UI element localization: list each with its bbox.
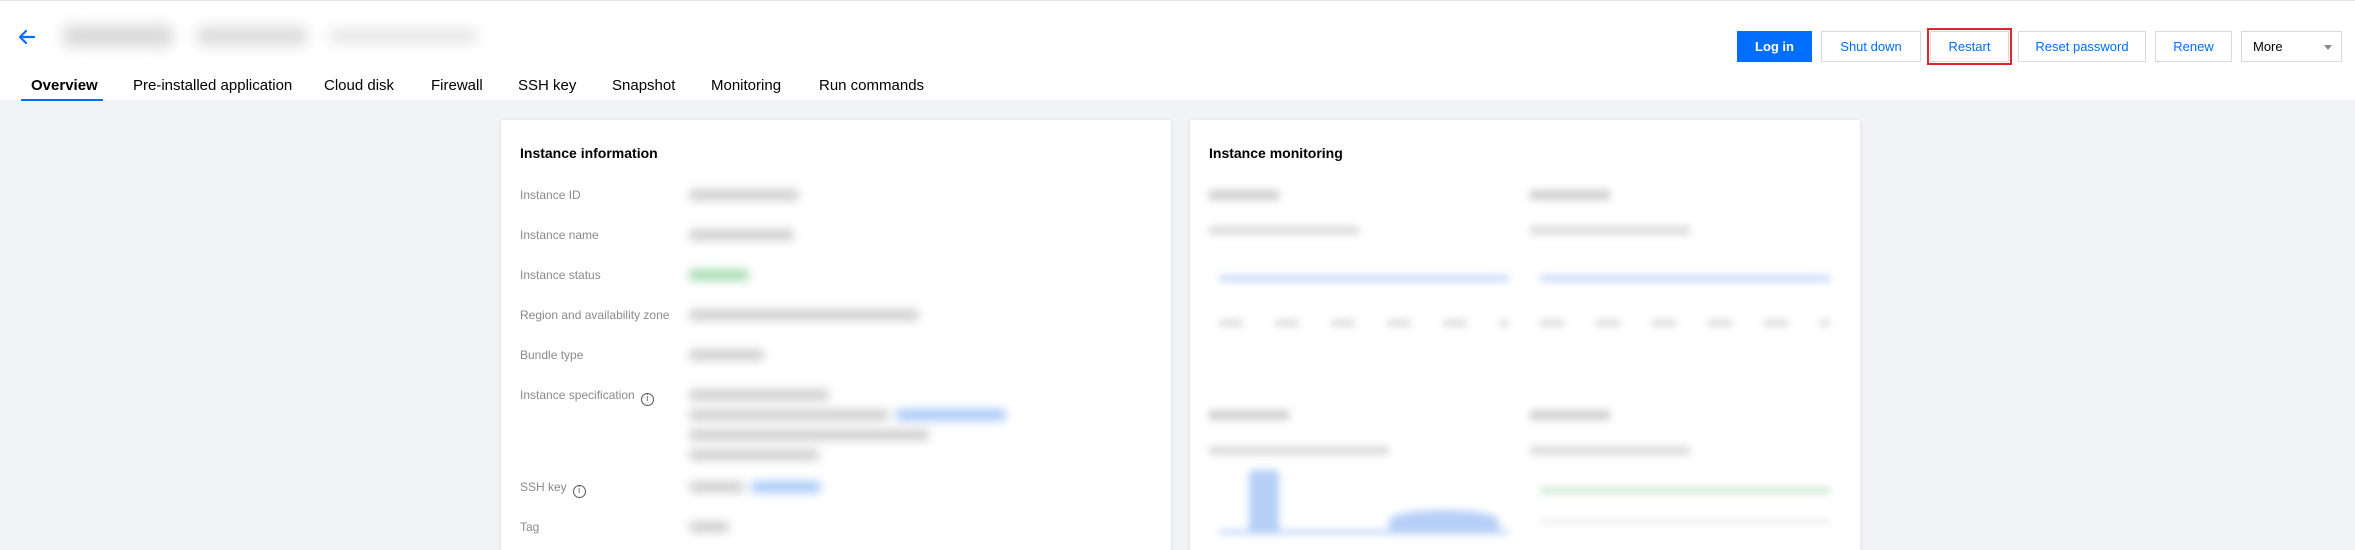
instance-status-label: Instance status	[520, 268, 601, 282]
ssh-key-link[interactable]	[751, 482, 821, 492]
tab-snapshot[interactable]: Snapshot	[612, 77, 675, 94]
instance-name-value	[689, 230, 794, 240]
instance-spec-value-line3	[689, 430, 929, 440]
instance-monitoring-card: Instance monitoring	[1190, 120, 1860, 550]
ssh-key-label: SSH key i	[520, 480, 586, 498]
instance-info-card: Instance information Instance ID Instanc…	[501, 120, 1171, 550]
instance-info-title: Instance information	[520, 145, 658, 161]
bundle-type-value	[689, 350, 764, 360]
active-tab-indicator	[21, 99, 103, 101]
reset-password-button[interactable]: Reset password	[2018, 31, 2146, 62]
monitoring-panel-cpu	[1209, 190, 1509, 350]
instance-id-label: Instance ID	[520, 188, 581, 202]
region-zone-label: Region and availability zone	[520, 308, 670, 322]
instance-spec-value-line2	[689, 410, 889, 420]
more-dropdown-label: More	[2253, 39, 2283, 54]
renew-button[interactable]: Renew	[2155, 31, 2232, 62]
monitoring-panel-network-out	[1209, 410, 1509, 550]
instance-spec-label: Instance specification i	[520, 388, 654, 406]
info-icon[interactable]: i	[640, 393, 654, 406]
tab-ssh-key[interactable]: SSH key	[518, 77, 576, 94]
instance-status-value	[689, 270, 749, 280]
tab-cloud-disk[interactable]: Cloud disk	[324, 77, 394, 94]
instance-subtitle-redacted	[196, 27, 308, 45]
instance-tag-redacted	[328, 29, 478, 43]
instance-spec-value-line1	[689, 390, 829, 400]
ssh-key-value	[689, 482, 744, 492]
monitoring-panel-memory	[1530, 190, 1830, 350]
restart-button[interactable]: Restart	[1927, 28, 2012, 65]
bundle-type-label: Bundle type	[520, 348, 584, 362]
tab-firewall[interactable]: Firewall	[431, 77, 483, 94]
instance-monitoring-title: Instance monitoring	[1209, 145, 1343, 161]
ssh-key-label-text: SSH key	[520, 480, 567, 494]
chevron-down-icon	[2324, 45, 2332, 50]
tab-monitoring[interactable]: Monitoring	[711, 77, 781, 94]
tab-run-commands[interactable]: Run commands	[819, 77, 924, 94]
shutdown-button[interactable]: Shut down	[1821, 31, 1921, 62]
instance-title-redacted	[62, 25, 174, 47]
info-icon[interactable]: i	[572, 485, 586, 498]
instance-spec-link[interactable]	[896, 410, 1006, 420]
region-zone-value	[689, 310, 919, 320]
back-arrow-icon[interactable]	[17, 27, 37, 47]
tag-label: Tag	[520, 520, 540, 534]
instance-spec-label-text: Instance specification	[520, 388, 635, 402]
more-dropdown[interactable]: More	[2241, 31, 2342, 62]
login-button[interactable]: Log in	[1737, 31, 1812, 62]
instance-id-value	[689, 190, 799, 200]
tab-pre-installed-application[interactable]: Pre-installed application	[133, 77, 292, 94]
monitoring-panel-network-in	[1530, 410, 1830, 550]
page-header: Log in Shut down Restart Reset password …	[0, 0, 2355, 101]
tab-overview[interactable]: Overview	[31, 77, 98, 94]
tag-value	[689, 522, 729, 532]
instance-name-label: Instance name	[520, 228, 599, 242]
instance-spec-value-line4	[689, 450, 819, 460]
